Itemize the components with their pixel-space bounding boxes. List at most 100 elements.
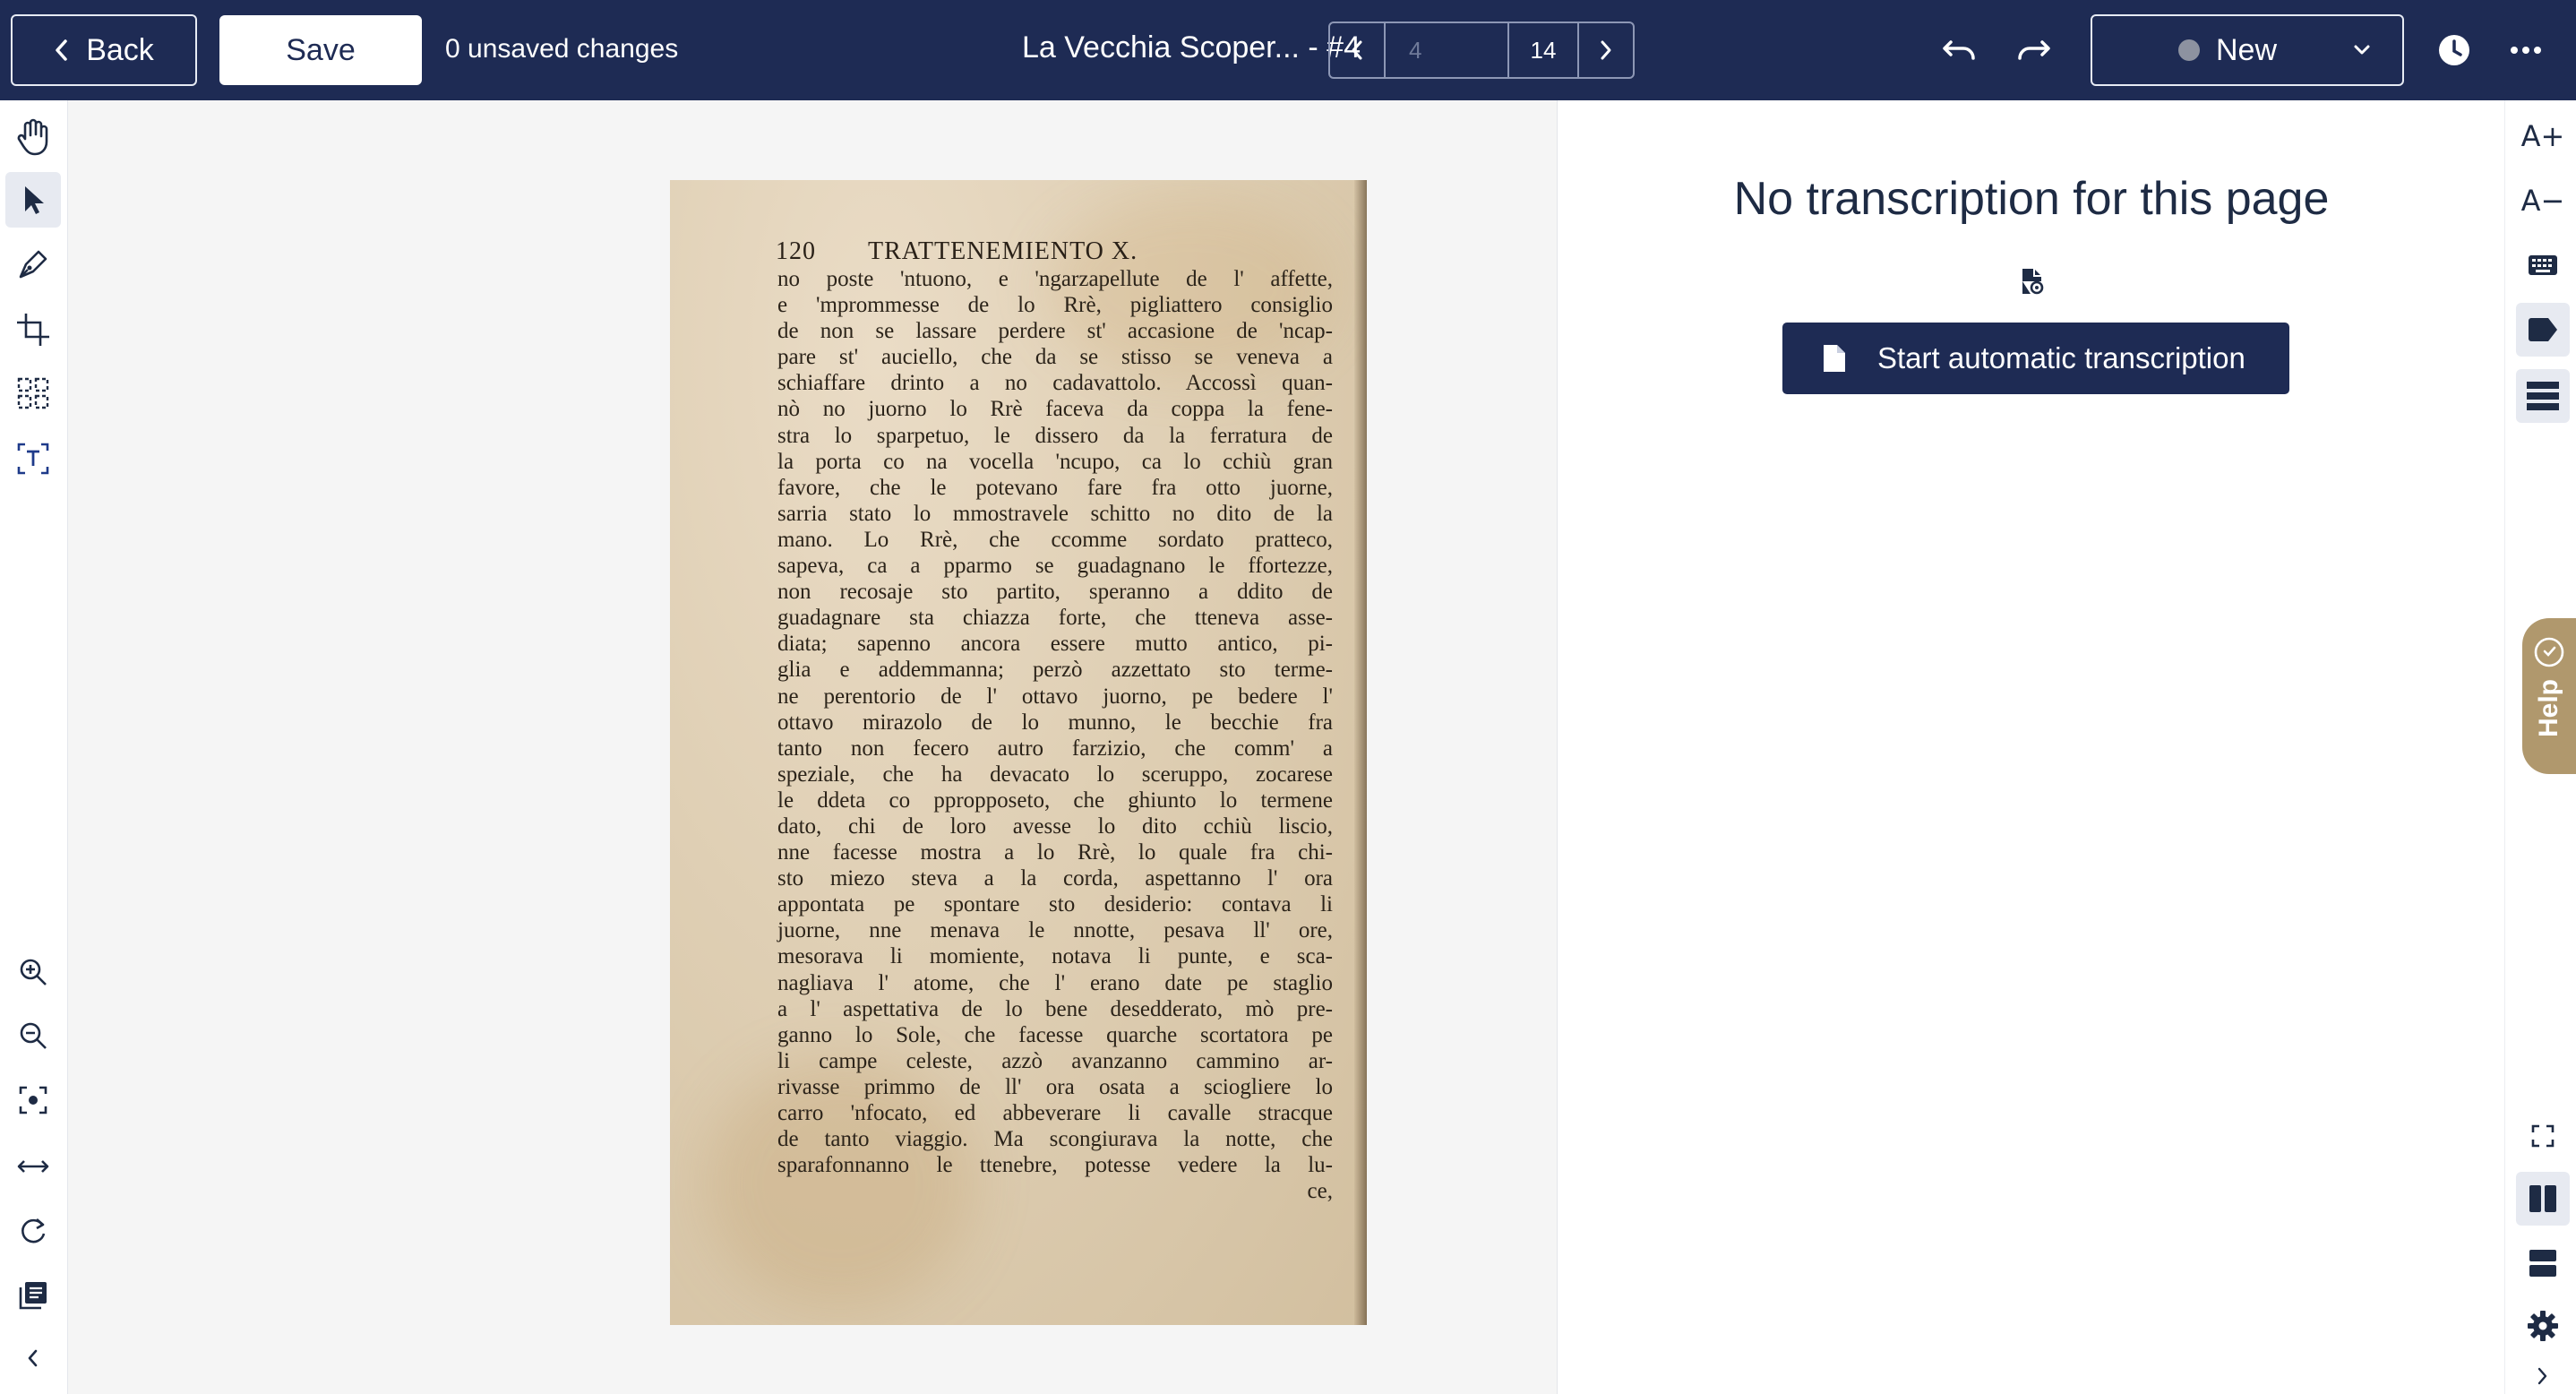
page-text-line: nne facesse mostra a lo Rrè, lo quale fr… (777, 840, 1333, 865)
previous-page-button[interactable] (1330, 23, 1384, 77)
text-select-icon (17, 443, 49, 475)
page-text-block: no poste 'ntuono, e 'ngarzapellute de l'… (777, 266, 1333, 1204)
pan-tool[interactable] (5, 109, 61, 165)
select-tool[interactable] (5, 172, 61, 228)
page-text-line: favore, che le potevano fare fra otto ju… (777, 475, 1333, 500)
page-text-line: schiaffare drinto a no cadavattolo. Acco… (777, 371, 1333, 396)
chevron-right-icon (1601, 40, 1611, 60)
no-transcription-message: No transcription for this page (1733, 173, 2330, 225)
history-button[interactable] (2431, 27, 2477, 73)
page-navigator: 4 14 (1328, 22, 1635, 79)
tag-icon (2529, 318, 2557, 341)
document-page-image[interactable]: 120 TRATTENEMIENTO X. no poste 'ntuono, e… (670, 180, 1367, 1325)
collapse-icon (28, 1349, 38, 1367)
redo-button[interactable] (2010, 27, 2057, 73)
page-text-line: de tanto viaggio. Ma scongiurava la nott… (777, 1127, 1333, 1152)
back-button[interactable]: Back (11, 14, 197, 86)
page-text-line: diata; sapenno ancora essere mutto antic… (777, 632, 1333, 657)
page-text-line: ottavo mirazolo de lo munno, le becchie … (777, 710, 1333, 735)
page-text-line: nagliava l' atome, che l' erano date pe … (777, 970, 1333, 995)
settings-button[interactable] (2516, 1299, 2570, 1353)
fit-page-button[interactable] (5, 1072, 61, 1128)
chevron-left-icon (1352, 40, 1362, 60)
page-text-line: sapeva, ca a pparmo se guadagnano le ffo… (777, 554, 1333, 579)
select-icon (25, 186, 44, 214)
page-text-line: li campe celeste, azzò avanzanno cammino… (777, 1048, 1333, 1073)
back-label: Back (86, 32, 154, 67)
status-dot (2178, 39, 2200, 61)
more-options-button[interactable] (2501, 27, 2551, 73)
keyboard-button[interactable] (2516, 238, 2570, 292)
rotate-button[interactable] (5, 1204, 61, 1260)
page-running-title: TRATTENEMIENTO X. (868, 237, 1138, 265)
split-vertical-button[interactable] (2516, 1172, 2570, 1226)
page-text-line: no poste 'ntuono, e 'ngarzapellute de l'… (777, 267, 1333, 291)
pan-icon (17, 118, 48, 156)
left-toolbar (0, 100, 68, 1394)
fullscreen-button[interactable] (2516, 1109, 2570, 1163)
page-text-line: ce, (1307, 1179, 1333, 1204)
history-icon (2439, 35, 2469, 65)
zoom-out-button[interactable] (5, 1008, 61, 1063)
image-viewer[interactable]: 120 TRATTENEMIENTO X. no poste 'ntuono, e… (68, 100, 1557, 1394)
page-number-input[interactable]: 4 (1384, 23, 1509, 77)
status-dropdown[interactable]: New (2091, 14, 2404, 86)
document-search-icon (2022, 269, 2044, 295)
chevron-right-icon (2537, 1367, 2547, 1385)
pages-icon (19, 1282, 47, 1310)
list-icon (2527, 382, 2559, 410)
lines-view-button[interactable] (2516, 369, 2570, 423)
page-text-line: ne perentorio de l' ottavo juorno, pe be… (777, 684, 1333, 709)
page-text-line: carro 'nfocato, ed abbeverare li cavalle… (777, 1101, 1333, 1125)
crop-icon (17, 314, 49, 346)
expand-right-button[interactable] (2516, 1349, 2570, 1394)
undo-button[interactable] (1936, 27, 1983, 73)
help-tab[interactable]: Help (2522, 618, 2576, 774)
draw-tool[interactable] (5, 237, 61, 292)
page-text-line: sarria stato lo mmostravele schitto no d… (777, 501, 1333, 526)
page-text-line: appontata pe spontare sto desiderio: con… (777, 892, 1333, 917)
draw-icon (19, 250, 47, 279)
tags-button[interactable] (2516, 303, 2570, 357)
status-label: New (2216, 32, 2278, 67)
page-text-line: le ddeta co ppropposeto, che ghiunto lo … (777, 787, 1333, 813)
save-button[interactable]: Save (219, 15, 422, 85)
document-icon (1822, 343, 1847, 374)
text-select-tool[interactable] (5, 431, 61, 486)
fullscreen-icon (2531, 1124, 2555, 1148)
redo-icon (2018, 40, 2050, 60)
fit-icon (19, 1086, 47, 1114)
page-text-line: tanto non fecero autro farzizio, che com… (777, 736, 1333, 761)
page-text-line: ganno lo Sole, che facesse quarche scort… (777, 1022, 1333, 1047)
start-transcription-button[interactable]: Start automatic transcription (1782, 323, 2289, 394)
split-horizontal-button[interactable] (2516, 1236, 2570, 1290)
font-decrease-button[interactable]: A− (2516, 174, 2570, 228)
undo-icon (1943, 40, 1975, 60)
page-text-line: stra lo sparpetuo, le dissero da la ferr… (777, 423, 1333, 448)
page-edge (1354, 180, 1367, 1325)
page-text-line: mesorava li momiente, notava li punte, e… (777, 944, 1333, 969)
layout-tool[interactable] (5, 366, 61, 421)
crop-tool[interactable] (5, 302, 61, 357)
gear-icon (2528, 1311, 2558, 1341)
collapse-left-button[interactable] (5, 1330, 61, 1386)
zoom-in-button[interactable] (5, 944, 61, 1000)
panel-splitter[interactable] (1557, 100, 1558, 1394)
next-page-button[interactable] (1579, 23, 1633, 77)
font-decrease-label: A− (2520, 184, 2565, 218)
page-text-line: a l' aspettativa de lo bene desedderato,… (777, 996, 1333, 1021)
rotate-icon (21, 1218, 46, 1243)
font-increase-button[interactable]: A+ (2516, 109, 2570, 163)
fit-width-button[interactable] (5, 1139, 61, 1194)
zoom-out-icon (20, 1022, 47, 1049)
page-text-line: de non se lassare perdere st' accasione … (777, 319, 1333, 344)
page-text-line: e 'mprommesse de lo Rrè, pigliattero con… (777, 293, 1333, 318)
page-number: 120 (776, 237, 816, 265)
page-text-line: non recosaje sto partito, speranno a ddi… (777, 580, 1333, 605)
page-text-line: sparafonnanno le ttenebre, potesse veder… (777, 1153, 1333, 1178)
rows-icon (2529, 1250, 2556, 1277)
columns-icon (2529, 1185, 2556, 1212)
chevron-left-icon (56, 39, 67, 61)
pages-button[interactable] (5, 1268, 61, 1323)
zoom-in-icon (20, 959, 47, 985)
